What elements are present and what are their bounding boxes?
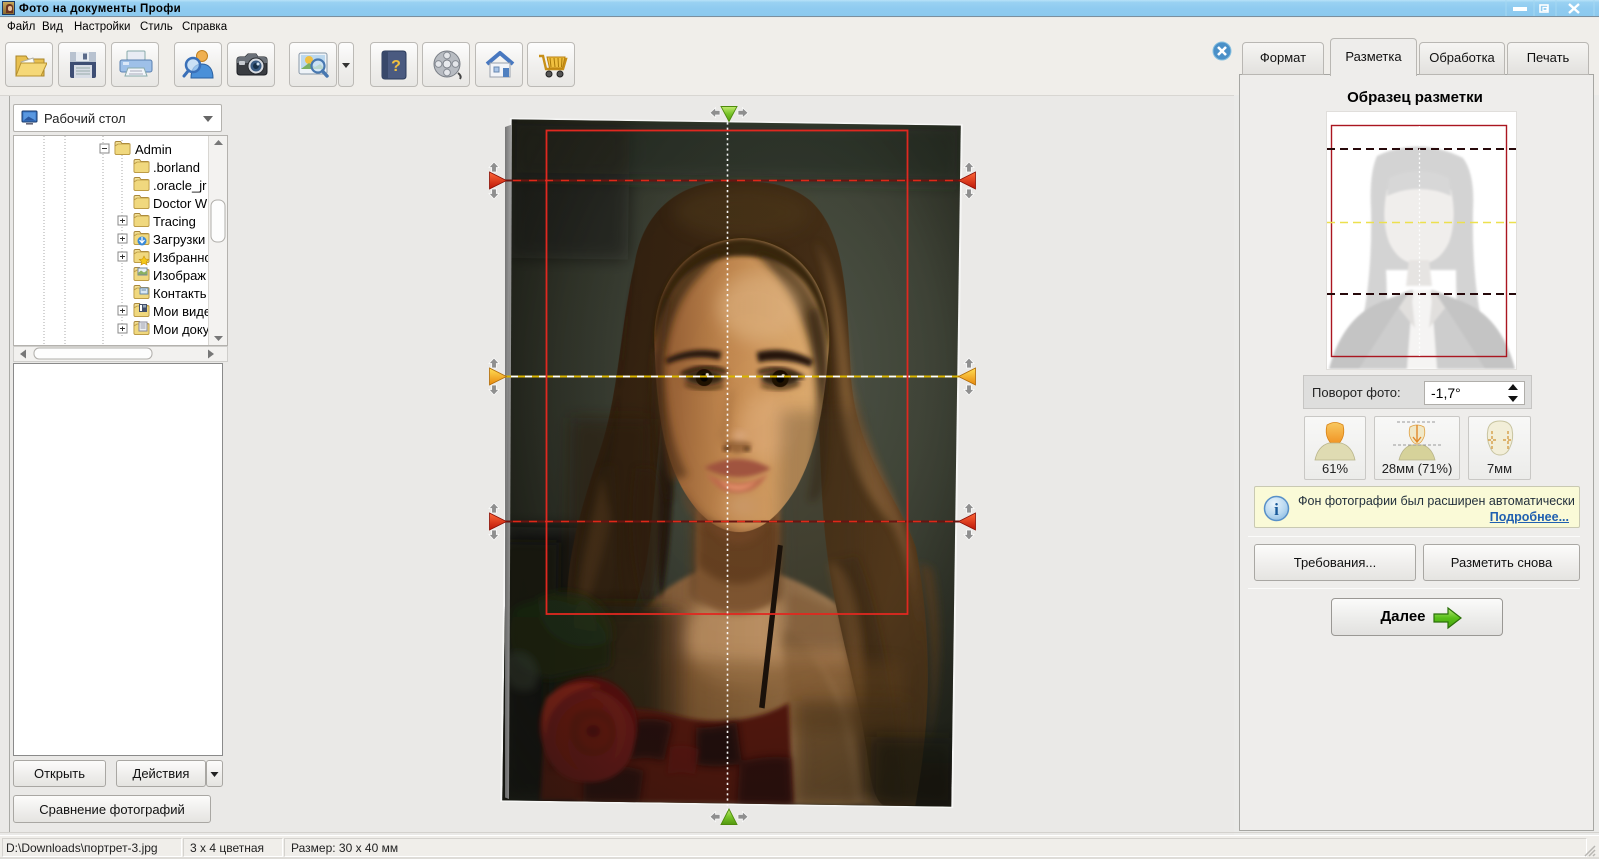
svg-text:?: ? xyxy=(391,58,401,75)
svg-text:Doctor W: Doctor W xyxy=(153,196,208,211)
svg-text:Tracing: Tracing xyxy=(153,214,196,229)
svg-text:Загрузки: Загрузки xyxy=(153,232,205,247)
svg-text:Мои виде: Мои виде xyxy=(153,304,211,319)
svg-text:.oracle_jr: .oracle_jr xyxy=(153,178,207,193)
svg-text:Изображ: Изображ xyxy=(153,268,206,283)
svg-text:.borland: .borland xyxy=(153,160,200,175)
svg-text:Мои доку: Мои доку xyxy=(153,322,210,337)
svg-text:i: i xyxy=(1274,500,1279,519)
svg-text:Избранно: Избранно xyxy=(153,250,212,265)
svg-text:Admin: Admin xyxy=(135,142,172,157)
svg-text:Контакть: Контакть xyxy=(153,286,207,301)
